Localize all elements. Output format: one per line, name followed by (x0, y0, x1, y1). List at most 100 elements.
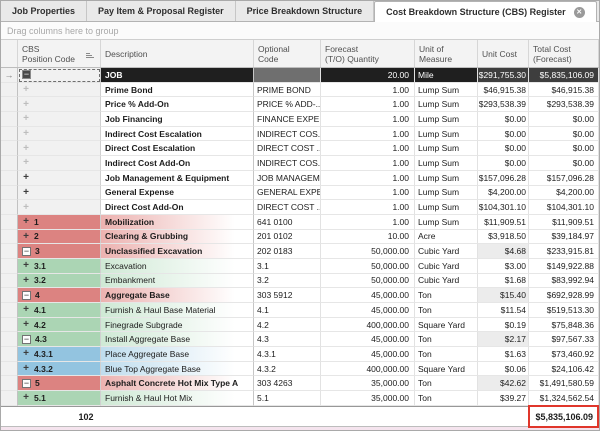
expand-icon[interactable]: + (22, 320, 30, 329)
forecast-quantity-cell[interactable]: 1.00 (321, 83, 415, 98)
optional-code-cell[interactable]: 5.1 (254, 391, 321, 406)
cbs-position-code-cell[interactable]: −5 (18, 376, 101, 391)
forecast-quantity-cell[interactable]: 10.00 (321, 230, 415, 245)
cbs-position-code-cell[interactable]: − (18, 68, 101, 83)
unit-cost-cell[interactable]: $291,755.30 (478, 68, 529, 83)
optional-code-cell[interactable]: GENERAL EXPE... (254, 186, 321, 201)
unit-cost-cell[interactable]: $0.06 (478, 362, 529, 377)
grid-row[interactable]: +1Mobilization641 01001.00Lump Sum$11,90… (1, 215, 599, 230)
unit-of-measure-cell[interactable]: Lump Sum (415, 215, 478, 230)
expand-icon[interactable]: + (22, 393, 30, 402)
optional-code-cell[interactable]: 4.2 (254, 318, 321, 333)
cbs-position-code-cell[interactable]: +4.3.1 (18, 347, 101, 362)
column-header-description[interactable]: Description (101, 40, 254, 67)
unit-cost-cell[interactable]: $0.19 (478, 318, 529, 333)
total-cost-cell[interactable]: $97,567.33 (529, 332, 599, 347)
cbs-position-code-cell[interactable]: +4.3.2 (18, 362, 101, 377)
expand-icon[interactable]: + (22, 261, 30, 270)
cbs-position-code-cell[interactable]: −4.3 (18, 332, 101, 347)
description-cell[interactable]: Job Management & Equipment (101, 171, 254, 186)
unit-cost-cell[interactable]: $0.00 (478, 156, 529, 171)
unit-of-measure-cell[interactable]: Lump Sum (415, 141, 478, 156)
optional-code-cell[interactable]: PRICE % ADD-... (254, 97, 321, 112)
column-header-uom[interactable]: Unit ofMeasure (415, 40, 478, 67)
total-cost-cell[interactable]: $1,491,580.59 (529, 376, 599, 391)
total-cost-cell[interactable]: $5,835,106.09 (529, 68, 599, 83)
unit-cost-cell[interactable]: $2.17 (478, 332, 529, 347)
forecast-quantity-cell[interactable]: 1.00 (321, 171, 415, 186)
grid-row[interactable]: +5.1Furnish & Haul Hot Mix5.135,000.00To… (1, 391, 599, 406)
forecast-quantity-cell[interactable]: 50,000.00 (321, 274, 415, 289)
unit-cost-cell[interactable]: $39.27 (478, 391, 529, 406)
column-header-optional[interactable]: OptionalCode (254, 40, 321, 67)
unit-of-measure-cell[interactable]: Ton (415, 347, 478, 362)
optional-code-cell[interactable]: 202 0183 (254, 244, 321, 259)
grid-row[interactable]: −5Asphalt Concrete Hot Mix Type A303 426… (1, 376, 599, 391)
forecast-quantity-cell[interactable]: 35,000.00 (321, 391, 415, 406)
optional-code-cell[interactable]: INDIRECT COS... (254, 156, 321, 171)
description-cell[interactable]: Asphalt Concrete Hot Mix Type A (101, 376, 254, 391)
unit-of-measure-cell[interactable]: Mile (415, 68, 478, 83)
optional-code-cell[interactable]: DIRECT COST ... (254, 200, 321, 215)
unit-cost-cell[interactable]: $15.40 (478, 288, 529, 303)
unit-of-measure-cell[interactable]: Cubic Yard (415, 244, 478, 259)
forecast-quantity-cell[interactable]: 45,000.00 (321, 288, 415, 303)
forecast-quantity-cell[interactable]: 1.00 (321, 127, 415, 142)
unit-of-measure-cell[interactable]: Acre (415, 230, 478, 245)
description-cell[interactable]: Finegrade Subgrade (101, 318, 254, 333)
total-cost-cell[interactable]: $519,513.30 (529, 303, 599, 318)
cbs-position-code-cell[interactable]: +4.1 (18, 303, 101, 318)
cbs-position-code-cell[interactable]: +2 (18, 230, 101, 245)
unit-of-measure-cell[interactable]: Lump Sum (415, 200, 478, 215)
description-cell[interactable]: Place Aggregate Base (101, 347, 254, 362)
unit-cost-cell[interactable]: $1.63 (478, 347, 529, 362)
description-cell[interactable]: Embankment (101, 274, 254, 289)
column-header-total_cost[interactable]: Total Cost(Forecast) (529, 40, 599, 67)
grid-row[interactable]: +Direct Cost Add-OnDIRECT COST ...1.00Lu… (1, 200, 599, 215)
unit-of-measure-cell[interactable]: Lump Sum (415, 186, 478, 201)
expand-icon[interactable]: + (22, 188, 30, 197)
grid-row[interactable]: +Indirect Cost EscalationINDIRECT COS...… (1, 127, 599, 142)
optional-code-cell[interactable]: 4.1 (254, 303, 321, 318)
cbs-position-code-cell[interactable]: + (18, 97, 101, 112)
grid-row[interactable]: →−JOB20.00Mile$291,755.30$5,835,106.09 (1, 68, 599, 83)
unit-cost-cell[interactable]: $157,096.28 (478, 171, 529, 186)
forecast-quantity-cell[interactable]: 1.00 (321, 156, 415, 171)
cbs-position-code-cell[interactable]: + (18, 171, 101, 186)
unit-cost-cell[interactable]: $1.68 (478, 274, 529, 289)
tab-cost-breakdown-structure-cbs-register[interactable]: Cost Breakdown Structure (CBS) Register✕ (374, 1, 597, 22)
description-cell[interactable]: Direct Cost Escalation (101, 141, 254, 156)
grid-row[interactable]: +4.2Finegrade Subgrade4.2400,000.00Squar… (1, 318, 599, 333)
optional-code-cell[interactable]: 4.3.2 (254, 362, 321, 377)
total-cost-cell[interactable]: $233,915.81 (529, 244, 599, 259)
total-cost-cell[interactable]: $1,324,562.54 (529, 391, 599, 406)
unit-of-measure-cell[interactable]: Ton (415, 332, 478, 347)
cbs-position-code-cell[interactable]: +4.2 (18, 318, 101, 333)
total-cost-cell[interactable]: $73,460.92 (529, 347, 599, 362)
cbs-position-code-cell[interactable]: +5.1 (18, 391, 101, 406)
grid-row[interactable]: +Job FinancingFINANCE EXPE...1.00Lump Su… (1, 112, 599, 127)
description-cell[interactable]: Indirect Cost Add-On (101, 156, 254, 171)
unit-of-measure-cell[interactable]: Ton (415, 391, 478, 406)
forecast-quantity-cell[interactable]: 1.00 (321, 215, 415, 230)
description-cell[interactable]: Job Financing (101, 112, 254, 127)
unit-of-measure-cell[interactable]: Lump Sum (415, 112, 478, 127)
forecast-quantity-cell[interactable]: 1.00 (321, 186, 415, 201)
collapse-icon[interactable]: − (22, 70, 31, 79)
total-cost-cell[interactable]: $293,538.39 (529, 97, 599, 112)
grid-row[interactable]: +3.2Embankment3.250,000.00Cubic Yard$1.6… (1, 274, 599, 289)
grid-row[interactable]: +2Clearing & Grubbing201 010210.00Acre$3… (1, 230, 599, 245)
unit-of-measure-cell[interactable]: Ton (415, 288, 478, 303)
optional-code-cell[interactable]: 303 4263 (254, 376, 321, 391)
collapse-icon[interactable]: − (22, 379, 31, 388)
unit-of-measure-cell[interactable]: Lump Sum (415, 171, 478, 186)
forecast-quantity-cell[interactable]: 1.00 (321, 200, 415, 215)
optional-code-cell[interactable] (254, 68, 321, 83)
cbs-position-code-cell[interactable]: +3.1 (18, 259, 101, 274)
description-cell[interactable]: Blue Top Aggregate Base (101, 362, 254, 377)
unit-of-measure-cell[interactable]: Lump Sum (415, 97, 478, 112)
total-cost-cell[interactable]: $46,915.38 (529, 83, 599, 98)
unit-cost-cell[interactable]: $0.00 (478, 112, 529, 127)
unit-cost-cell[interactable]: $4.68 (478, 244, 529, 259)
unit-of-measure-cell[interactable]: Square Yard (415, 318, 478, 333)
